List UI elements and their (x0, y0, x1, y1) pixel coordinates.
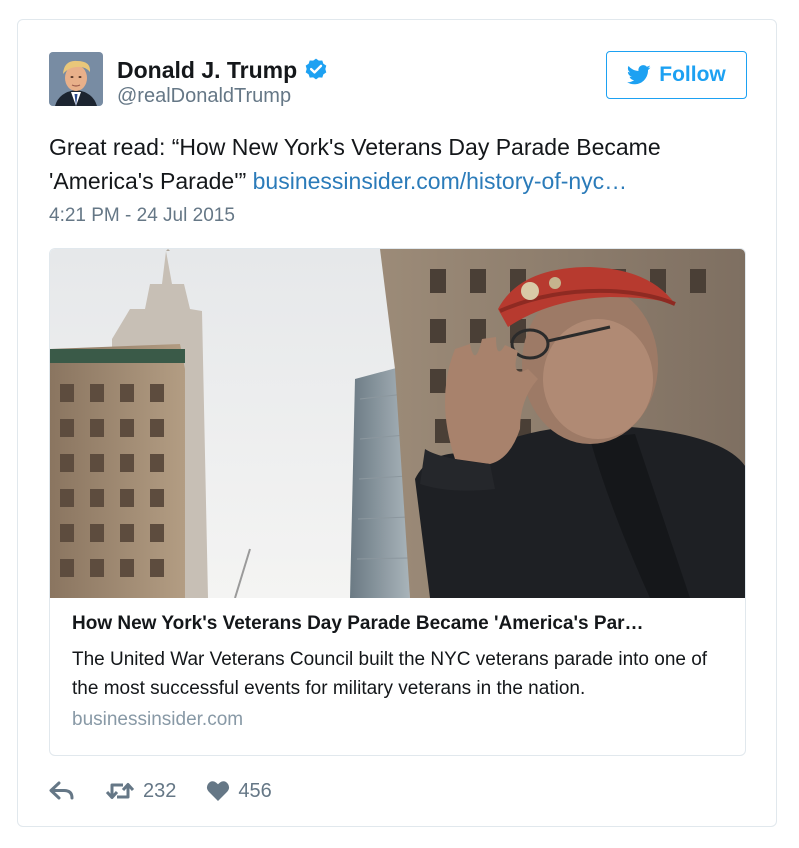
reply-icon (49, 780, 75, 802)
heart-icon (206, 780, 230, 802)
link-card-body: How New York's Veterans Day Parade Becam… (72, 611, 732, 731)
author-handle[interactable]: @realDonaldTrump (117, 85, 291, 108)
avatar[interactable] (49, 52, 103, 106)
tweet-timestamp[interactable]: 4:21 PM - 24 Jul 2015 (49, 205, 235, 227)
author-name-row: Donald J. Trump (117, 55, 329, 85)
verified-badge-icon (303, 57, 329, 83)
tweet-actions: 232 456 (49, 776, 272, 806)
like-count: 456 (238, 779, 272, 802)
retweet-icon (105, 780, 135, 802)
display-name[interactable]: Donald J. Trump (117, 57, 297, 84)
tweet-card: Donald J. Trump @realDonaldTrump Follow … (17, 19, 777, 827)
link-card-image (50, 249, 745, 598)
tweet-text: Great read: “How New York's Veterans Day… (49, 130, 739, 198)
link-card-title: How New York's Veterans Day Parade Becam… (72, 613, 644, 634)
retweet-count: 232 (143, 779, 177, 802)
reply-button[interactable] (49, 780, 75, 802)
follow-button-label: Follow (659, 63, 726, 86)
link-card-domain: businessinsider.com (72, 709, 244, 730)
link-card-description: The United War Veterans Council built th… (72, 649, 708, 699)
like-button[interactable]: 456 (206, 779, 272, 803)
tweet-link[interactable]: businessinsider.com/history-of-nyc… (253, 168, 628, 194)
twitter-bird-icon (627, 65, 651, 85)
follow-button[interactable]: Follow (606, 51, 747, 99)
link-preview-card[interactable]: How New York's Veterans Day Parade Becam… (49, 248, 746, 756)
retweet-button[interactable]: 232 (105, 780, 176, 803)
